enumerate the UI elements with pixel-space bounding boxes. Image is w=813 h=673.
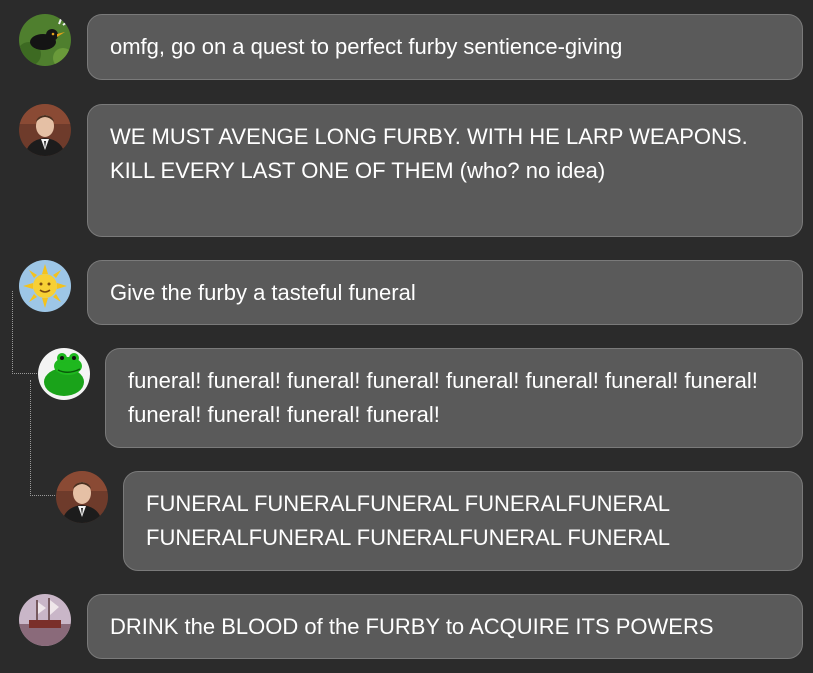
message-text: omfg, go on a quest to perfect furby sen… bbox=[110, 34, 623, 59]
message-text: DRINK the BLOOD of the FURBY to ACQUIRE … bbox=[110, 614, 714, 639]
message-bubble: omfg, go on a quest to perfect furby sen… bbox=[87, 14, 803, 80]
message-text: WE MUST AVENGE LONG FURBY. WITH HE LARP … bbox=[110, 124, 748, 183]
message-text: FUNERAL FUNERALFUNERAL FUNERALFUNERAL FU… bbox=[146, 491, 671, 550]
blackbird-avatar[interactable] bbox=[19, 14, 71, 66]
message-text: Give the furby a tasteful funeral bbox=[110, 280, 416, 305]
message-bubble: DRINK the BLOOD of the FURBY to ACQUIRE … bbox=[87, 594, 803, 659]
ship-painting-avatar[interactable] bbox=[19, 594, 71, 646]
message-bubble: funeral! funeral! funeral! funeral! fune… bbox=[105, 348, 803, 448]
message-text: funeral! funeral! funeral! funeral! fune… bbox=[128, 368, 758, 427]
message-bubble: FUNERAL FUNERALFUNERAL FUNERALFUNERAL FU… bbox=[123, 471, 803, 571]
message-bubble: WE MUST AVENGE LONG FURBY. WITH HE LARP … bbox=[87, 104, 803, 237]
green-frog-avatar[interactable] bbox=[38, 348, 90, 400]
man-in-suit-avatar[interactable] bbox=[19, 104, 71, 156]
message-bubble: Give the furby a tasteful funeral bbox=[87, 260, 803, 325]
man-in-suit-avatar[interactable] bbox=[56, 471, 108, 523]
sun-face-avatar[interactable] bbox=[19, 260, 71, 312]
